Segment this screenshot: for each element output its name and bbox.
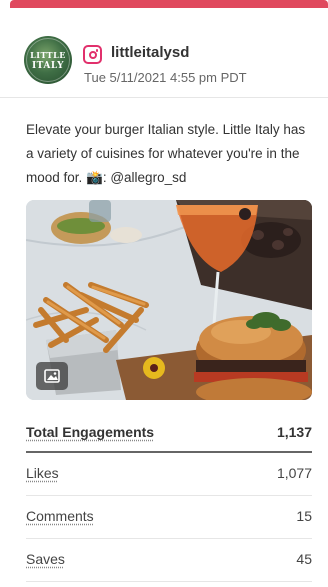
engagement-metrics: Total Engagements 1,137 Likes 1,077 Comm… (26, 412, 312, 582)
avatar-logo-text-top: LITTLE (30, 50, 66, 60)
accent-bar (10, 0, 328, 8)
metric-label-total[interactable]: Total Engagements (26, 424, 154, 440)
post-card: LITTLE ITALY littleitalysd Tue 5/11/2021… (0, 0, 328, 587)
metric-label-likes[interactable]: Likes (26, 465, 59, 481)
post-timestamp: Tue 5/11/2021 4:55 pm PDT (84, 70, 247, 85)
image-icon (36, 362, 68, 390)
metric-label-saves[interactable]: Saves (26, 551, 65, 567)
post-image[interactable] (26, 200, 312, 400)
post-caption: Elevate your burger Italian style. Littl… (26, 118, 316, 190)
avatar[interactable]: LITTLE ITALY (24, 36, 72, 84)
avatar-ring (26, 38, 70, 82)
metric-row-total: Total Engagements 1,137 (26, 412, 312, 453)
metric-row-likes: Likes 1,077 (26, 453, 312, 496)
metric-value-saves: 45 (296, 551, 312, 567)
account-username[interactable]: littleitalysd (111, 44, 189, 61)
metric-value-total: 1,137 (276, 424, 312, 440)
metric-label-comments[interactable]: Comments (26, 508, 94, 524)
instagram-icon (83, 45, 102, 64)
metric-row-saves: Saves 45 (26, 539, 312, 582)
caption-fade (256, 166, 316, 190)
post-header: LITTLE ITALY littleitalysd Tue 5/11/2021… (0, 8, 328, 98)
metric-value-likes: 1,077 (276, 465, 312, 481)
metric-row-comments: Comments 15 (26, 496, 312, 539)
avatar-logo-text-bottom: ITALY (31, 61, 65, 71)
food-photo (26, 200, 312, 400)
metric-value-comments: 15 (296, 508, 312, 524)
